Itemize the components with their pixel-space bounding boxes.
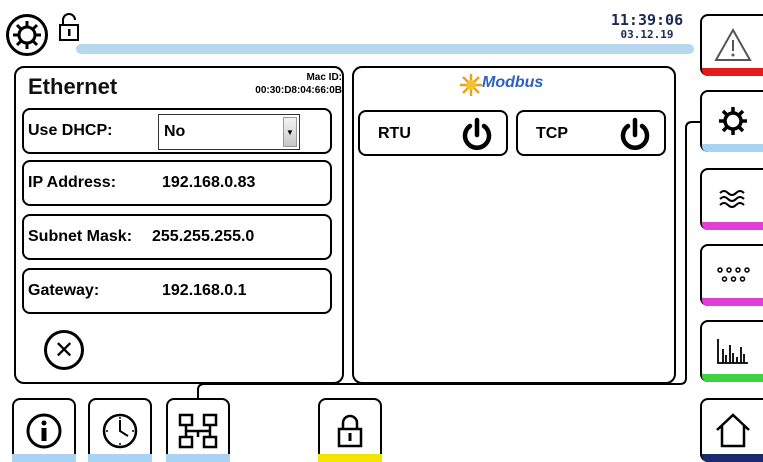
subnet-mask-label: Subnet Mask:	[28, 228, 133, 245]
network-button[interactable]	[166, 398, 230, 462]
info-icon	[26, 413, 62, 449]
clock-icon	[102, 413, 138, 449]
tcp-label: TCP	[536, 125, 568, 142]
clock-button[interactable]	[88, 398, 152, 462]
power-icon	[462, 117, 492, 150]
gateway-value: 192.168.0.1	[162, 282, 247, 299]
status-color-bar	[166, 454, 230, 462]
status-color-bar	[702, 68, 763, 76]
rtu-toggle[interactable]: RTU	[358, 110, 508, 156]
subnet-mask-value: 255.255.255.0	[152, 228, 255, 245]
power-icon	[620, 117, 650, 150]
gateway-label: Gateway:	[28, 282, 100, 299]
modbus-logo-icon	[460, 74, 482, 96]
ip-address-value: 192.168.0.83	[162, 174, 256, 191]
cancel-button[interactable]: ✕	[44, 330, 84, 370]
inputs-button[interactable]	[700, 244, 763, 306]
lock-icon	[337, 414, 363, 448]
bar-chart-icon	[716, 339, 748, 364]
dhcp-row: Use DHCP: No ▼	[22, 108, 332, 154]
mac-id-label: Mac ID:	[306, 72, 342, 83]
dots-icon	[716, 267, 750, 282]
ip-address-row[interactable]: IP Address: 192.168.0.83	[22, 160, 332, 206]
rtu-label: RTU	[378, 125, 411, 142]
settings-button[interactable]	[700, 90, 763, 152]
dhcp-value: No	[164, 123, 186, 140]
ip-address-label: IP Address:	[28, 174, 117, 191]
status-color-bar	[702, 298, 763, 306]
status-color-bar	[318, 454, 382, 462]
dhcp-select[interactable]: No ▼	[158, 114, 300, 150]
status-color-bar	[702, 454, 763, 462]
mac-id-value: 00:30:D8:04:66:0B	[255, 85, 342, 96]
status-color-bar	[12, 454, 76, 462]
status-color-bar	[88, 454, 152, 462]
charts-button[interactable]	[700, 320, 763, 382]
home-icon	[715, 413, 750, 448]
dropdown-arrow-icon[interactable]: ▼	[283, 117, 297, 147]
alarms-button[interactable]	[700, 14, 763, 76]
lock-button[interactable]	[318, 398, 382, 462]
subnet-mask-row[interactable]: Subnet Mask: 255.255.255.0	[22, 214, 332, 260]
modbus-logo-text: Modbus	[482, 74, 544, 91]
home-button[interactable]	[700, 398, 763, 462]
gear-icon	[718, 107, 747, 135]
tcp-toggle[interactable]: TCP	[516, 110, 666, 156]
info-button[interactable]	[12, 398, 76, 462]
modbus-logo: Modbus	[458, 72, 578, 98]
close-icon: ✕	[53, 336, 75, 364]
dhcp-label: Use DHCP:	[28, 122, 113, 139]
ethernet-title: Ethernet	[28, 74, 118, 99]
status-color-bar	[702, 222, 763, 230]
status-color-bar	[702, 144, 763, 152]
gateway-row[interactable]: Gateway: 192.168.0.1	[22, 268, 332, 314]
warning-icon	[713, 27, 752, 61]
flow-button[interactable]	[700, 168, 763, 230]
status-color-bar	[702, 374, 763, 382]
waves-icon	[718, 190, 745, 208]
network-icon	[178, 413, 218, 449]
